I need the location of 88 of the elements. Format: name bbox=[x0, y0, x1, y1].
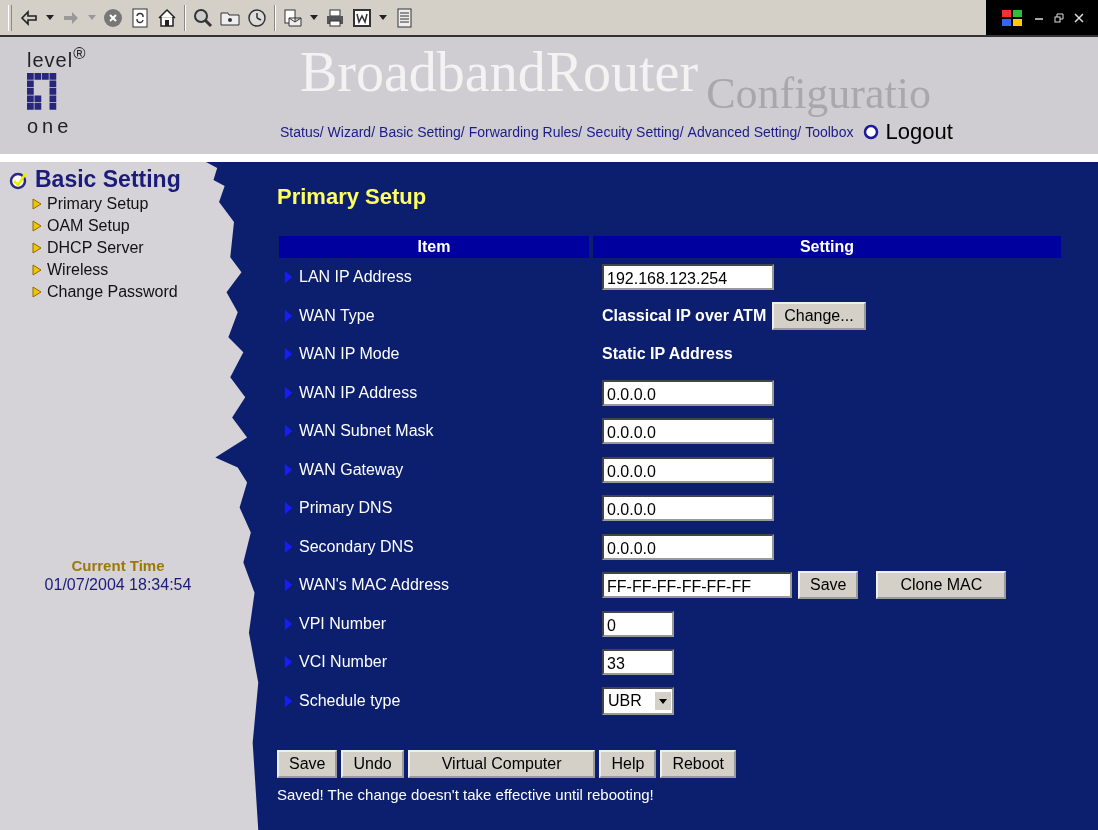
action-button[interactable]: Save bbox=[277, 750, 338, 778]
triangle-icon bbox=[32, 286, 42, 298]
sidebar-item[interactable]: Change Password bbox=[32, 281, 262, 303]
arrow-icon bbox=[284, 692, 293, 709]
setting-value: Classical IP over ATM bbox=[602, 306, 767, 325]
column-header: Setting bbox=[593, 236, 1061, 258]
close-icon[interactable] bbox=[1074, 12, 1084, 23]
select-field[interactable]: UBR bbox=[602, 686, 674, 715]
sidebar-item[interactable]: OAM Setup bbox=[32, 215, 262, 237]
field-label: VPI Number bbox=[299, 614, 387, 633]
nav-link[interactable]: Advanced Setting/ bbox=[687, 124, 802, 140]
arrow-icon bbox=[284, 307, 293, 324]
field-label: WAN Type bbox=[299, 306, 375, 325]
field-label: VCI Number bbox=[299, 653, 388, 672]
triangle-icon bbox=[32, 264, 42, 276]
status-message: Saved! The change doesn't take effective until rebooting! bbox=[277, 786, 654, 803]
logout-link[interactable]: Logout bbox=[885, 119, 953, 145]
back-icon[interactable] bbox=[19, 7, 39, 28]
field-label: WAN's MAC Address bbox=[299, 576, 450, 595]
mail-icon[interactable] bbox=[283, 7, 303, 28]
clock-icon[interactable] bbox=[247, 7, 267, 28]
dropdown-caret-icon[interactable] bbox=[310, 14, 318, 21]
input-field[interactable]: 192.168.123.254 bbox=[602, 264, 774, 291]
field-label: WAN Gateway bbox=[299, 460, 404, 479]
document-icon[interactable] bbox=[352, 7, 372, 28]
triangle-icon bbox=[32, 198, 42, 210]
sidebar-item[interactable]: Primary Setup bbox=[32, 193, 262, 215]
input-field[interactable]: 0.0.0.0 bbox=[602, 456, 774, 483]
logo-text: one bbox=[27, 116, 73, 135]
arrow-icon bbox=[284, 577, 293, 594]
sidebar-item[interactable]: DHCP Server bbox=[32, 237, 262, 259]
logo-text: level$^{®}$ bbox=[27, 45, 87, 69]
arrow-icon bbox=[284, 500, 293, 517]
nav-link[interactable]: Basic Setting/ bbox=[379, 124, 465, 140]
stop-icon[interactable] bbox=[103, 7, 123, 28]
arrow-icon bbox=[284, 269, 293, 286]
row-button[interactable]: Save bbox=[798, 571, 859, 600]
section-title: Basic Setting bbox=[35, 166, 181, 193]
field-label: WAN IP Address bbox=[299, 383, 418, 402]
dropdown-caret-icon[interactable] bbox=[379, 14, 387, 21]
sidebar-item[interactable]: Wireless bbox=[32, 259, 262, 281]
restore-icon[interactable] bbox=[1054, 12, 1064, 23]
time-label: Current Time bbox=[71, 557, 165, 574]
action-button[interactable]: Reboot bbox=[660, 750, 736, 778]
arrow-icon bbox=[284, 423, 293, 440]
search-icon[interactable] bbox=[193, 7, 213, 28]
setting-value: Static IP Address bbox=[602, 345, 733, 364]
triangle-icon bbox=[32, 220, 42, 232]
arrow-icon bbox=[284, 615, 293, 632]
field-label: LAN IP Address bbox=[299, 268, 412, 287]
field-label: Primary DNS bbox=[299, 499, 393, 518]
arrow-icon bbox=[284, 461, 293, 478]
notes-icon[interactable] bbox=[394, 7, 414, 28]
arrow-icon bbox=[284, 538, 293, 555]
row-button[interactable]: Clone MAC bbox=[876, 571, 1007, 600]
input-field[interactable]: 0 bbox=[602, 610, 674, 637]
field-label: WAN Subnet Mask bbox=[299, 422, 434, 441]
nav-link[interactable]: Status/ bbox=[280, 124, 324, 140]
printer-icon[interactable] bbox=[325, 7, 345, 28]
home-icon[interactable] bbox=[157, 7, 177, 28]
action-button[interactable]: Undo bbox=[341, 750, 404, 778]
input-field[interactable]: 0.0.0.0 bbox=[602, 533, 774, 560]
refresh-icon[interactable] bbox=[130, 7, 150, 28]
input-field[interactable]: 0.0.0.0 bbox=[602, 418, 774, 445]
nav-link[interactable]: Secuity Setting/ bbox=[586, 124, 684, 140]
radio-icon bbox=[863, 124, 880, 140]
windows-logo-icon bbox=[1000, 7, 1024, 28]
nav-link[interactable]: Forwarding Rules/ bbox=[468, 124, 583, 140]
dropdown-caret-icon[interactable] bbox=[46, 14, 54, 21]
action-button[interactable]: Virtual Computer bbox=[407, 750, 596, 778]
field-label: Schedule type bbox=[299, 691, 401, 710]
input-field[interactable]: 0.0.0.0 bbox=[602, 379, 774, 406]
arrow-icon bbox=[284, 346, 293, 363]
triangle-icon bbox=[32, 242, 42, 254]
input-field[interactable]: 33 bbox=[602, 649, 674, 676]
page-title: Primary Setup bbox=[277, 184, 427, 210]
arrow-icon bbox=[284, 384, 293, 401]
arrow-icon bbox=[284, 654, 293, 671]
nav-link[interactable]: Toolbox bbox=[805, 124, 854, 140]
nav-link[interactable]: Wizard/ bbox=[327, 124, 376, 140]
input-field[interactable]: FF-FF-FF-FF-FF-FF bbox=[602, 572, 792, 599]
field-label: Secondary DNS bbox=[299, 537, 414, 556]
row-button[interactable]: Change... bbox=[772, 301, 866, 330]
column-header: Item bbox=[279, 236, 589, 258]
input-field[interactable]: 0.0.0.0 bbox=[602, 495, 774, 522]
action-button[interactable]: Help bbox=[599, 750, 657, 778]
time-value: 01/07/2004 18:34:54 bbox=[44, 576, 192, 594]
field-label: WAN IP Mode bbox=[299, 345, 400, 364]
